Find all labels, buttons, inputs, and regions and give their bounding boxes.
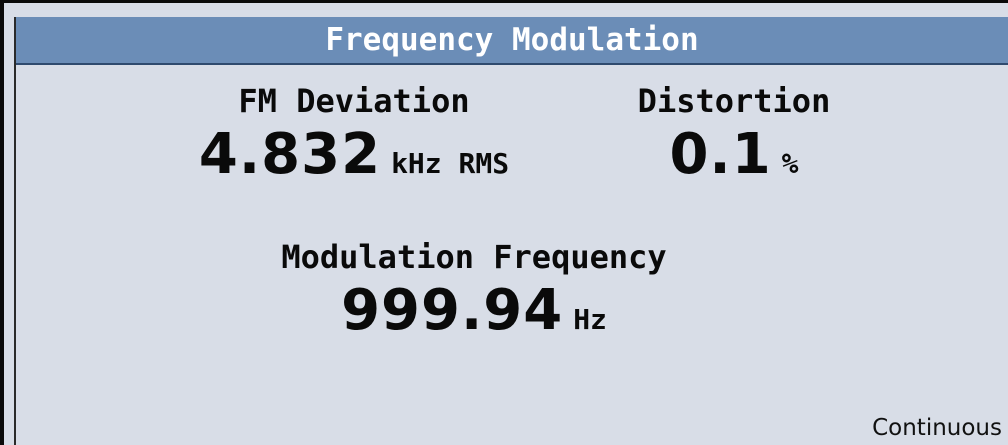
distortion-value: 0.1 <box>669 122 772 187</box>
measurement-screen: Frequency Modulation FM Deviation 4.832 … <box>0 0 1008 445</box>
distortion-label: Distortion <box>637 82 831 120</box>
fm-deviation-reading: 4.832 kHz RMS <box>199 127 509 183</box>
modulation-frequency-label: Modulation Frequency <box>281 238 667 276</box>
fm-deviation-label: FM Deviation <box>238 82 470 120</box>
left-border-line <box>14 17 16 445</box>
modulation-frequency-reading: 999.94 Hz <box>341 283 607 339</box>
measurement-mode-status: Continuous <box>872 415 1002 441</box>
distortion-unit: % <box>781 147 799 180</box>
modulation-frequency-unit: Hz <box>573 303 607 336</box>
fm-deviation-readout: FM Deviation 4.832 kHz RMS <box>184 85 524 183</box>
distortion-readout: Distortion 0.1 % <box>614 85 854 183</box>
fm-deviation-value: 4.832 <box>198 122 382 187</box>
title-bar: Frequency Modulation <box>16 17 1008 65</box>
modulation-frequency-readout: Modulation Frequency 999.94 Hz <box>254 241 694 339</box>
modulation-frequency-value: 999.94 <box>341 278 564 343</box>
distortion-reading: 0.1 % <box>669 127 798 183</box>
screen-title: Frequency Modulation <box>325 22 699 58</box>
fm-deviation-unit: kHz RMS <box>391 147 510 180</box>
